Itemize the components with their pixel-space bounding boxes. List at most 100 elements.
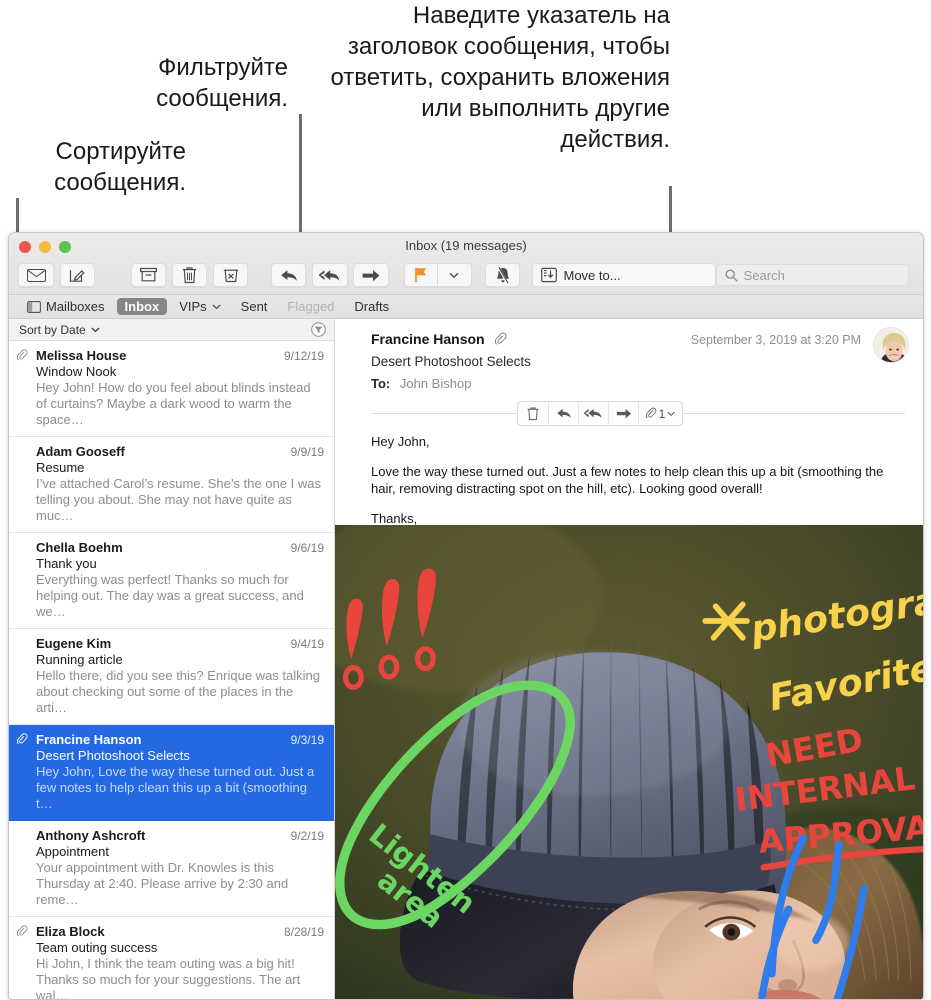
avatar [873,327,909,363]
move-to-button[interactable]: Move to... [531,263,716,287]
junk-button[interactable] [212,263,249,287]
message-list-item[interactable]: Anthony Ashcroft 9/2/19 Appointment Your ap… [9,821,334,917]
sidebar-item-sent[interactable]: Sent [233,298,276,315]
message-date: 9/12/19 [283,349,324,363]
message-to-row: To: John Bishop [371,376,907,391]
message-sender: Anthony Ashcroft [36,828,146,843]
paperclip-icon [16,349,28,366]
trash-icon [182,266,197,283]
flag-dropdown-button[interactable] [437,263,472,287]
to-label: To: [371,376,391,391]
message-subject: Desert Photoshoot Selects [36,748,190,763]
compose-button[interactable] [59,263,96,287]
message-list-item[interactable]: Eugene Kim 9/4/19 Running article Hello the… [9,629,334,725]
message-rows: Melissa House 9/12/19 Window Nook Hey John!… [9,341,334,999]
mail-window: Inbox (19 messages) Move to... Search Ma… [8,232,924,1000]
message-sender: Melissa House [36,348,127,363]
message-list-item[interactable]: Adam Gooseff 9/9/19 Resume I’ve attached Ca… [9,437,334,533]
sidebar-item-vips[interactable]: VIPs [171,298,228,315]
message-list-item[interactable]: Melissa House 9/12/19 Window Nook Hey John!… [9,341,334,437]
callout-sort-messages: Сортируйте сообщения. [54,138,186,196]
message-hover-toolbar[interactable]: 1 [517,401,683,426]
sidebar-item-drafts[interactable]: Drafts [346,298,397,315]
reply-button[interactable] [270,263,307,287]
drafts-label: Drafts [354,299,390,314]
photo-canvas: photographer's Favorite !! NEED INTERNAL… [335,525,923,999]
chevron-down-icon [91,327,100,332]
chevron-down-icon [212,304,221,309]
search-icon [725,268,738,282]
delete-message-button[interactable] [518,402,548,425]
message-subject: Appointment [36,844,109,859]
message-snippet: Your appointment with Dr. Knowles is thi… [36,860,289,907]
paperclip-icon [16,349,28,361]
chevron-down-icon [449,272,459,278]
screenshot-root: Сортируйте сообщения. Фильтруйте сообщен… [0,0,931,1000]
flag-group [403,263,472,287]
window-title: Inbox (19 messages) [405,238,527,253]
message-date: 9/6/19 [290,541,324,555]
message-reading-pane: Francine Hanson Desert Photoshoot Select… [335,319,923,999]
sort-bar: Sort by Date [9,319,334,341]
paperclip-icon [645,407,656,419]
sort-by-date-button[interactable]: Sort by Date [19,323,100,337]
reply-all-button[interactable] [312,263,348,287]
message-sender: Francine Hanson [36,732,142,747]
reply-all-arrow-icon [318,269,340,281]
forward-button[interactable] [353,263,389,287]
hover-toolbar-row: 1 [335,401,923,426]
message-snippet: I’ve attached Carol’s resume. She’s the … [36,476,321,523]
sent-label: Sent [240,299,268,314]
message-snippet: Hey John, Love the way these turned out.… [36,764,315,811]
chevron-down-icon [667,411,675,416]
mute-button[interactable] [484,263,521,287]
paperclip-icon [494,332,507,345]
message-sender: Adam Gooseff [36,444,125,459]
message-subject: Window Nook [36,364,117,379]
message-list-item[interactable]: Eliza Block 8/28/19 Team outing success Hi … [9,917,334,999]
message-list-item[interactable]: Francine Hanson 9/3/19 Desert Photoshoot S… [9,725,334,821]
message-snippet: Everything was perfect! Thanks so much f… [36,572,304,619]
trash-icon [527,407,539,420]
message-attachment-photo[interactable]: photographer's Favorite !! NEED INTERNAL… [335,525,923,999]
sidebar-item-flagged[interactable]: Flagged [279,298,342,315]
message-subject: Desert Photoshoot Selects [371,354,531,369]
message-date: 9/9/19 [290,445,324,459]
junk-bin-icon [223,269,238,283]
window-titlebar: Inbox (19 messages) Move to... Search [9,233,923,295]
search-input[interactable]: Search [715,264,909,286]
attachments-button[interactable]: 1 [638,402,682,425]
favorites-bar: Mailboxes Inbox VIPs Sent Flagged Drafts [9,295,923,319]
envelope-icon [26,268,46,282]
reply-arrow-icon [280,269,297,281]
reply-message-button[interactable] [548,402,578,425]
reply-arrow-icon [556,408,571,419]
filter-funnel-icon [311,322,326,337]
message-subject: Thank you [36,556,97,571]
sidebar-item-inbox[interactable]: Inbox [116,298,168,315]
reply-all-arrow-icon [584,408,602,419]
body-greeting: Hey John, [371,434,430,449]
message-header[interactable]: Francine Hanson Desert Photoshoot Select… [335,319,923,391]
get-mail-button[interactable] [18,263,54,287]
search-placeholder: Search [743,267,785,283]
to-value[interactable]: John Bishop [400,376,472,391]
message-date: 8/28/19 [283,925,324,939]
message-list-item[interactable]: Chella Boehm 9/6/19 Thank you Everything wa… [9,533,334,629]
flag-button[interactable] [403,263,438,287]
paperclip-icon [16,925,28,942]
message-sender: Chella Boehm [36,540,123,555]
inbox-label: Inbox [124,299,160,314]
message-sender: Eugene Kim [36,636,112,651]
sidebar-item-mailboxes[interactable]: Mailboxes [19,298,113,315]
callout-filter-messages: Фильтруйте сообщения. [156,54,288,112]
forward-message-button[interactable] [608,402,638,425]
reply-all-message-button[interactable] [578,402,608,425]
flag-icon [415,267,427,283]
archive-button[interactable] [130,263,167,287]
message-subject: Running article [36,652,123,667]
filter-button[interactable] [311,322,326,337]
delete-button[interactable] [171,263,208,287]
sort-label: Sort by Date [19,322,86,337]
message-list-pane: Sort by Date Melissa House 9/12/19 Window … [9,319,335,999]
